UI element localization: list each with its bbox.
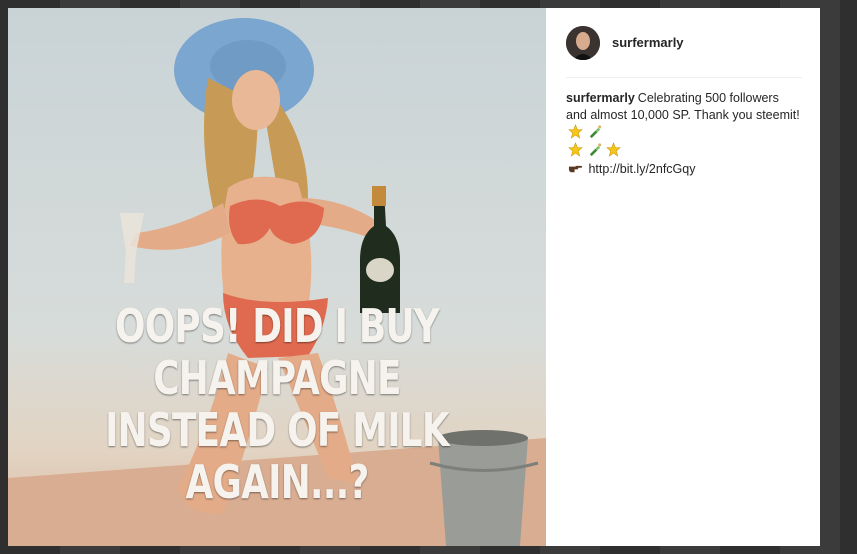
meme-caption: OOPS! DID I BUY CHAMPAGNE INSTEAD OF MIL… — [67, 300, 487, 508]
star-icon — [568, 142, 583, 157]
champagne-bottle-icon — [589, 125, 602, 139]
star-icon — [568, 124, 583, 139]
meme-line: OOPS! DID I BUY — [114, 299, 440, 353]
avatar[interactable] — [566, 25, 600, 60]
champagne-bottle-icon — [589, 143, 602, 157]
meme-line: INSTEAD OF MILK — [105, 403, 450, 457]
post-sidebar: surfermarly surfermarly Celebrating 500 f… — [546, 8, 820, 546]
post-modal: OOPS! DID I BUY CHAMPAGNE INSTEAD OF MIL… — [8, 8, 820, 546]
star-icon — [606, 142, 621, 157]
username-link[interactable]: surfermarly — [612, 35, 684, 50]
meme-line: CHAMPAGNE — [153, 351, 401, 405]
meme-line: AGAIN...? — [185, 455, 369, 509]
post-image[interactable]: OOPS! DID I BUY CHAMPAGNE INSTEAD OF MIL… — [8, 8, 546, 546]
caption-username-link[interactable]: surfermarly — [566, 91, 635, 105]
post-link[interactable]: http://bit.ly/2nfcGqy — [588, 162, 695, 176]
post-caption: surfermarly Celebrating 500 followers and… — [566, 90, 802, 178]
pointing-hand-icon — [568, 165, 583, 173]
post-header: surfermarly — [566, 8, 802, 78]
